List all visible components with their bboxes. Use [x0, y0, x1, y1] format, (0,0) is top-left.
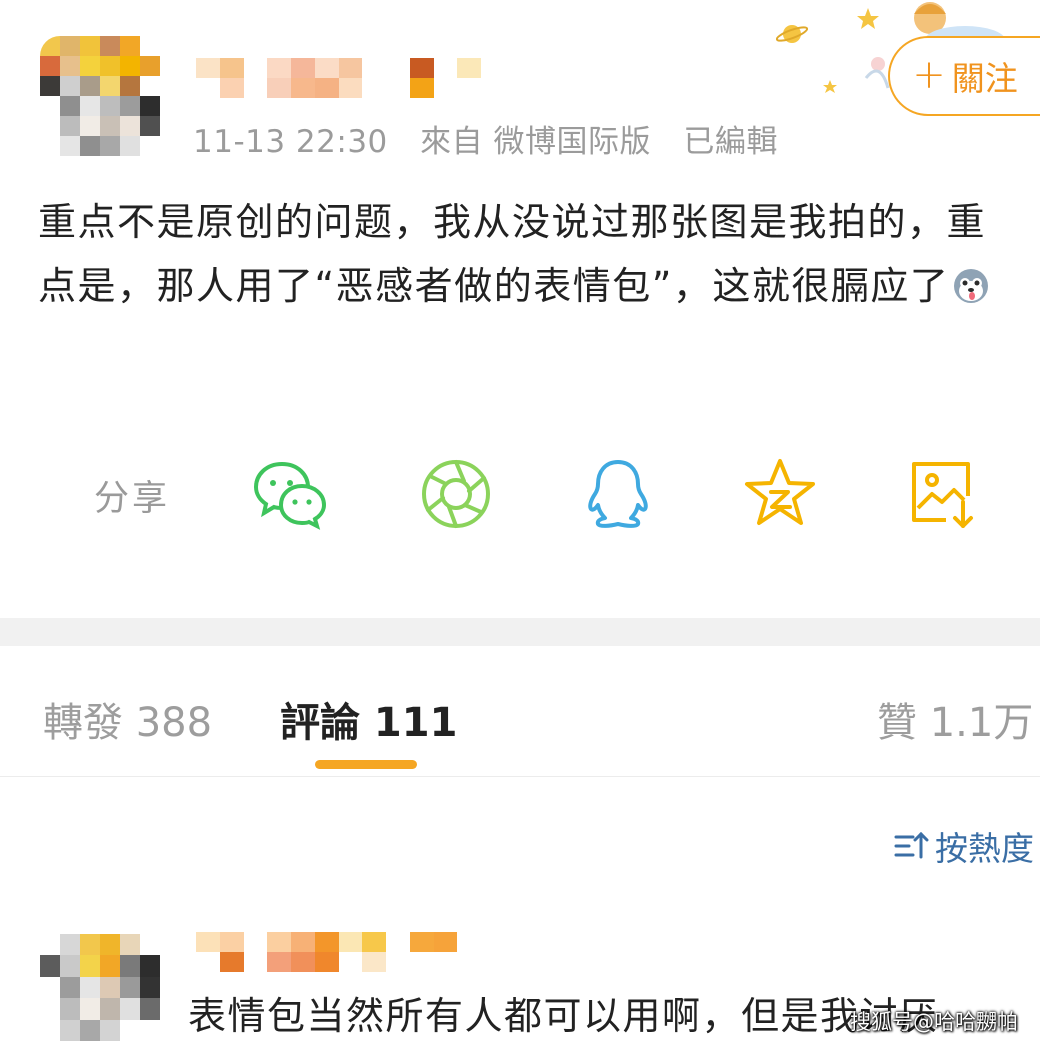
follow-button[interactable]: + 關注: [888, 36, 1040, 116]
qzone-icon[interactable]: [742, 456, 818, 532]
post-source[interactable]: 來自 微博国际版: [420, 124, 651, 160]
qq-icon[interactable]: [580, 456, 656, 532]
husky-emoji-icon: [954, 269, 989, 303]
commenter-avatar[interactable]: [40, 934, 160, 1041]
post-timestamp: 11-13 22:30: [193, 124, 388, 160]
tab-reposts[interactable]: 轉發 388: [43, 690, 212, 748]
sort-icon: [894, 831, 929, 859]
wechat-icon[interactable]: [252, 456, 328, 532]
section-divider: [0, 618, 1040, 646]
tabs-divider: [0, 776, 1040, 777]
username-redacted[interactable]: [196, 58, 481, 98]
active-tab-indicator: [315, 760, 417, 769]
sort-label: 按熱度: [935, 829, 1034, 868]
sort-toggle[interactable]: 按熱度: [893, 822, 1034, 870]
post-text: 重点不是原创的问题，我从没说过那张图是我拍的，重点是，那人用了“恶感者做的表情包…: [38, 200, 987, 308]
post-meta: 11-13 22:30 來自 微博国际版 已編輯: [193, 116, 800, 161]
tab-comments[interactable]: 評論 111: [280, 690, 457, 748]
edited-badge[interactable]: 已編輯: [683, 124, 778, 160]
save-image-icon[interactable]: [906, 456, 982, 532]
tab-likes[interactable]: 贊 1.1万: [877, 690, 1033, 748]
share-label: 分享: [94, 479, 171, 519]
avatar[interactable]: [40, 36, 160, 156]
plus-icon: +: [912, 51, 946, 98]
follow-label: 關注: [951, 59, 1018, 98]
commenter-username-redacted[interactable]: [196, 932, 481, 972]
post-body: 重点不是原创的问题，我从没说过那张图是我拍的，重点是，那人用了“恶感者做的表情包…: [38, 190, 1023, 318]
moments-icon[interactable]: [418, 456, 494, 532]
watermark: 搜狐号@哈哈嬲帕: [850, 1010, 1018, 1034]
comment-text: 表情包当然所有人都可以用啊，但是我讨厌: [188, 994, 939, 1038]
